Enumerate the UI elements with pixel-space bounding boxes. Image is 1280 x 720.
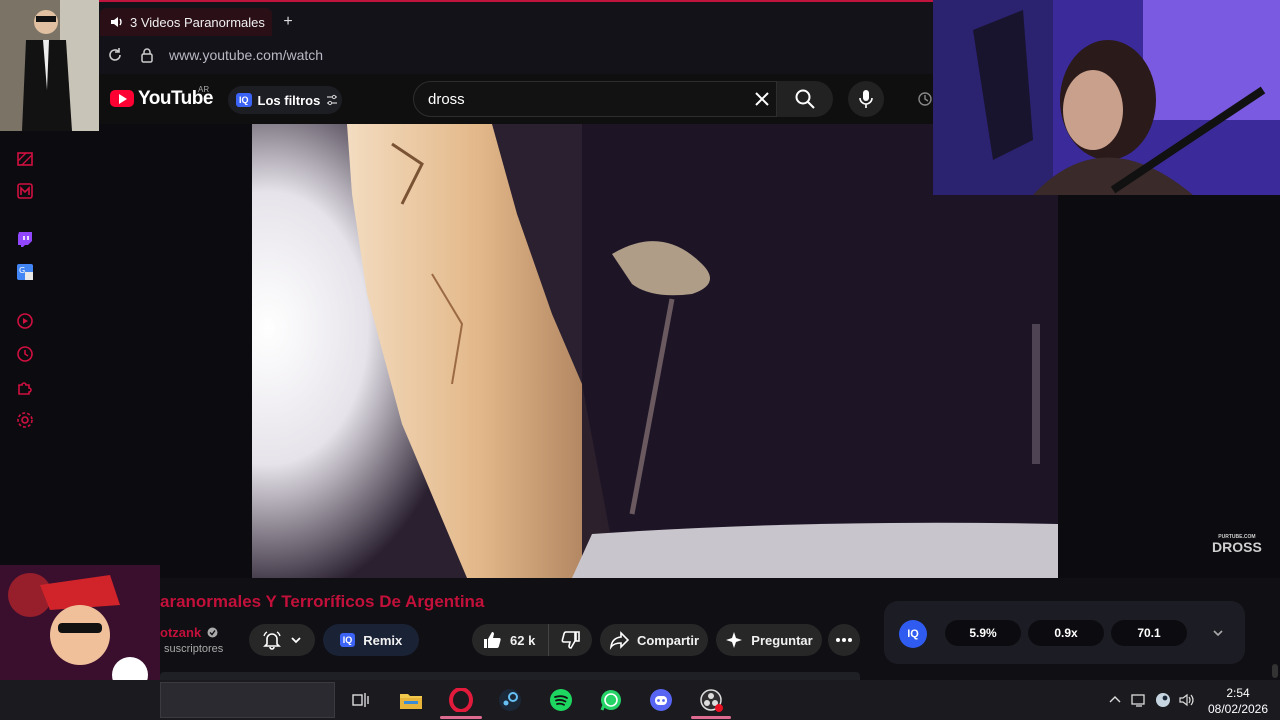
clear-icon[interactable] <box>752 89 772 109</box>
sparkle-icon <box>726 632 743 648</box>
share-button[interactable]: Compartir <box>600 624 708 656</box>
whatsapp-icon[interactable] <box>596 685 626 715</box>
puzzle-icon[interactable] <box>16 378 34 396</box>
search-button[interactable] <box>777 81 833 117</box>
like-icon <box>484 632 501 648</box>
translate-icon[interactable]: G <box>16 263 34 281</box>
browser-tab[interactable]: 3 Videos Paranormales <box>100 8 272 36</box>
url-field[interactable]: www.youtube.com/watch <box>169 47 323 63</box>
more-actions-button[interactable] <box>828 624 860 656</box>
mail-m-icon[interactable] <box>16 182 34 200</box>
channel-watermark: PURTUBE.COM DROSS <box>1212 532 1262 555</box>
bell-icon <box>263 631 281 650</box>
steam-tray-icon[interactable] <box>1155 692 1171 708</box>
network-icon[interactable] <box>1131 692 1147 708</box>
filters-button[interactable]: IQ Los filtros <box>228 86 342 114</box>
play-circle-icon[interactable] <box>16 312 34 330</box>
active-app-indicator <box>691 716 731 719</box>
speaker-icon[interactable] <box>110 15 124 29</box>
verified-icon <box>207 627 218 638</box>
share-icon <box>609 631 629 650</box>
iq-stat-2: 0.9x <box>1028 620 1104 646</box>
volume-icon[interactable] <box>1179 692 1195 708</box>
side-rail: G <box>0 131 48 581</box>
hatch-icon[interactable] <box>16 150 34 168</box>
remix-button[interactable]: IQ Remix <box>323 624 419 656</box>
watermark-line2: DROSS <box>1212 539 1262 555</box>
page-scrollbar[interactable] <box>1272 664 1278 678</box>
history-icon[interactable] <box>917 91 933 107</box>
play-triangle-icon <box>119 94 127 104</box>
folder-icon[interactable] <box>396 685 426 715</box>
more-icon <box>836 638 852 642</box>
subscriber-count: suscriptores <box>164 643 224 655</box>
twitch-icon[interactable] <box>16 230 34 248</box>
iq-remix-icon: IQ <box>339 633 356 647</box>
chevron-up-icon[interactable] <box>1107 692 1123 708</box>
mic-icon <box>859 90 873 108</box>
settings-gear-icon[interactable] <box>16 411 34 429</box>
obs-icon[interactable] <box>696 685 726 715</box>
chevron-down-icon <box>291 637 301 644</box>
search-input[interactable] <box>413 81 777 117</box>
filters-label: Los filtros <box>257 92 321 108</box>
remix-label: Remix <box>363 632 403 648</box>
lock-icon[interactable] <box>139 47 155 63</box>
description-box[interactable] <box>160 672 860 680</box>
webcam-overlay-streamer <box>933 0 1280 195</box>
iq-stat-3: 70.1 <box>1111 620 1187 646</box>
like-count: 62 k <box>510 632 536 648</box>
system-clock[interactable]: 2:54 08/02/2026 <box>1200 685 1276 717</box>
tab-title: 3 Videos Paranormales <box>130 14 265 30</box>
webcam-overlay-small <box>0 0 99 131</box>
streamer-figure <box>933 0 1280 195</box>
chevron-down-icon[interactable] <box>1212 627 1224 639</box>
dislike-button[interactable] <box>548 624 592 656</box>
spotify-icon[interactable] <box>546 685 576 715</box>
iq-badge: IQ <box>236 93 252 107</box>
active-app-indicator <box>440 716 482 719</box>
share-label: Compartir <box>636 632 700 648</box>
clock-icon[interactable] <box>16 345 34 363</box>
ask-button[interactable]: Preguntar <box>716 624 822 656</box>
dislike-icon <box>561 631 580 649</box>
like-button[interactable]: 62 k <box>472 624 548 656</box>
reload-icon[interactable] <box>106 46 124 64</box>
task-view-icon[interactable] <box>345 685 375 715</box>
iq-stat-1: 5.9% <box>945 620 1021 646</box>
ask-label: Preguntar <box>751 632 813 648</box>
sliders-icon <box>327 94 338 106</box>
search-icon <box>795 89 815 109</box>
opera-icon[interactable] <box>446 685 476 715</box>
country-code: AR <box>198 85 210 94</box>
svg-text:G: G <box>19 266 25 275</box>
iq-logo-icon[interactable]: IQ <box>899 620 927 648</box>
clock-date: 08/02/2026 <box>1207 702 1269 716</box>
clock-time: 2:54 <box>1226 686 1250 700</box>
notifications-button[interactable] <box>249 624 315 656</box>
discord-icon[interactable] <box>646 685 676 715</box>
channel-name[interactable]: otzank <box>160 625 201 640</box>
person-figure <box>0 0 99 131</box>
new-tab-button[interactable]: + <box>278 12 298 32</box>
taskbar-search-box[interactable] <box>160 682 335 718</box>
video-title: aranormales Y Terroríficos De Argentina <box>160 592 485 611</box>
steam-icon[interactable] <box>495 685 525 715</box>
voice-search-button[interactable] <box>848 81 884 117</box>
